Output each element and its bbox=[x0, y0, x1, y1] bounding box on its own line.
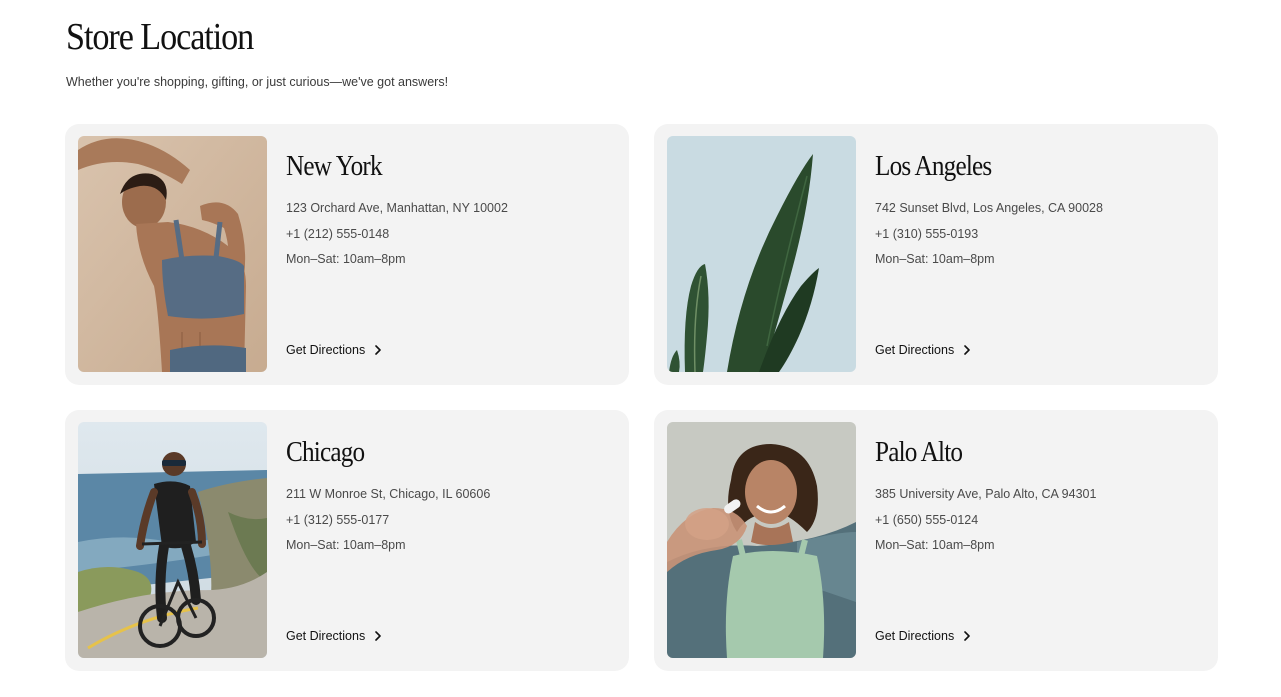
store-hours: Mon–Sat: 10am–8pm bbox=[875, 252, 995, 266]
store-city: Chicago bbox=[286, 437, 365, 468]
store-address: 742 Sunset Blvd, Los Angeles, CA 90028 bbox=[875, 201, 1103, 215]
get-directions-label: Get Directions bbox=[875, 343, 955, 357]
store-address: 385 University Ave, Palo Alto, CA 94301 bbox=[875, 487, 1097, 501]
store-photo bbox=[667, 136, 856, 372]
store-card-los-angeles: Los Angeles 742 Sunset Blvd, Los Angeles… bbox=[654, 124, 1218, 385]
store-hours: Mon–Sat: 10am–8pm bbox=[286, 252, 406, 266]
store-address: 211 W Monroe St, Chicago, IL 60606 bbox=[286, 487, 491, 501]
store-phone: +1 (310) 555-0193 bbox=[875, 227, 979, 241]
store-location-page: Store Location Whether you're shopping, … bbox=[0, 0, 1281, 697]
get-directions-button[interactable]: Get Directions bbox=[286, 341, 383, 359]
store-address: 123 Orchard Ave, Manhattan, NY 10002 bbox=[286, 201, 508, 215]
store-city: Los Angeles bbox=[875, 151, 992, 182]
get-directions-button[interactable]: Get Directions bbox=[875, 341, 972, 359]
store-card-palo-alto: Palo Alto 385 University Ave, Palo Alto,… bbox=[654, 410, 1218, 671]
page-title: Store Location bbox=[66, 16, 254, 58]
get-directions-label: Get Directions bbox=[286, 629, 366, 643]
store-phone: +1 (650) 555-0124 bbox=[875, 513, 979, 527]
chevron-right-icon bbox=[964, 631, 971, 641]
store-photo bbox=[78, 422, 267, 658]
store-hours: Mon–Sat: 10am–8pm bbox=[875, 538, 995, 552]
chevron-right-icon bbox=[375, 631, 382, 641]
get-directions-label: Get Directions bbox=[286, 343, 366, 357]
chevron-right-icon bbox=[964, 345, 971, 355]
chevron-right-icon bbox=[375, 345, 382, 355]
page-subtitle: Whether you're shopping, gifting, or jus… bbox=[66, 75, 449, 89]
store-phone: +1 (212) 555-0148 bbox=[286, 227, 390, 241]
store-card-new-york: New York 123 Orchard Ave, Manhattan, NY … bbox=[65, 124, 629, 385]
store-photo bbox=[78, 136, 267, 372]
store-city: Palo Alto bbox=[875, 437, 963, 468]
store-hours: Mon–Sat: 10am–8pm bbox=[286, 538, 406, 552]
store-phone: +1 (312) 555-0177 bbox=[286, 513, 390, 527]
get-directions-label: Get Directions bbox=[875, 629, 955, 643]
store-city: New York bbox=[286, 151, 383, 182]
store-photo bbox=[667, 422, 856, 658]
store-card-chicago: Chicago 211 W Monroe St, Chicago, IL 606… bbox=[65, 410, 629, 671]
get-directions-button[interactable]: Get Directions bbox=[286, 627, 383, 645]
get-directions-button[interactable]: Get Directions bbox=[875, 627, 972, 645]
